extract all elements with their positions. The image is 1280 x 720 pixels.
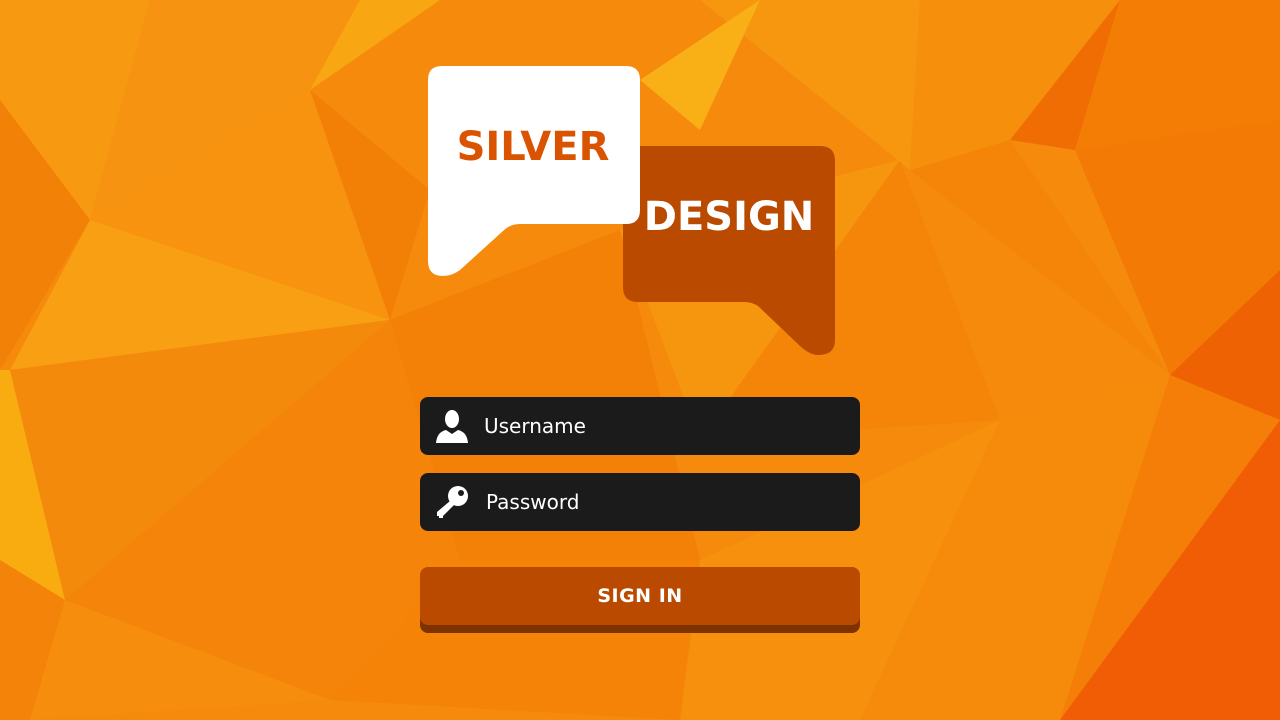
username-field[interactable] <box>420 397 860 455</box>
key-icon <box>437 486 468 518</box>
design-speech-bubble <box>623 146 835 355</box>
password-input[interactable] <box>486 473 846 531</box>
user-icon <box>436 410 468 443</box>
logo-word-design: DESIGN <box>644 194 815 240</box>
logo-word-silver: SILVER <box>457 124 610 170</box>
sign-in-button[interactable]: SIGN IN <box>420 567 860 625</box>
silver-speech-bubble <box>428 66 640 276</box>
username-input[interactable] <box>484 397 844 455</box>
password-field[interactable] <box>420 473 860 531</box>
